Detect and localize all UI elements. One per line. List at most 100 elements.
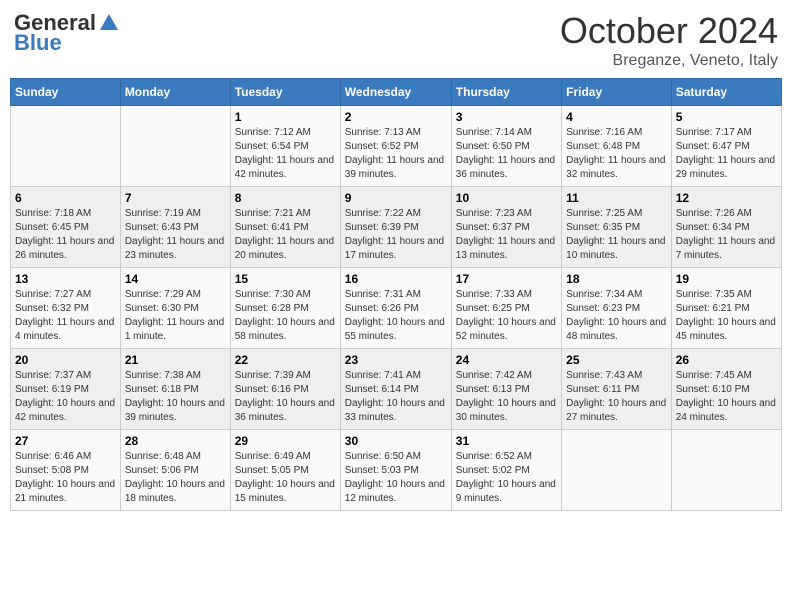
day-info: Sunrise: 6:48 AMSunset: 5:06 PMDaylight:… — [125, 450, 226, 506]
day-number: 11 — [566, 191, 667, 205]
day-info: Sunrise: 7:12 AMSunset: 6:54 PMDaylight:… — [235, 126, 336, 182]
day-info: Sunrise: 7:16 AMSunset: 6:48 PMDaylight:… — [566, 126, 667, 182]
calendar-cell: 12 Sunrise: 7:26 AMSunset: 6:34 PMDayligh… — [671, 187, 781, 268]
calendar-cell: 6 Sunrise: 7:18 AMSunset: 6:45 PMDaylight… — [11, 187, 121, 268]
calendar-cell: 7 Sunrise: 7:19 AMSunset: 6:43 PMDaylight… — [120, 187, 230, 268]
day-number: 30 — [345, 434, 447, 448]
calendar-cell: 25 Sunrise: 7:43 AMSunset: 6:11 PMDayligh… — [562, 349, 672, 430]
day-info: Sunrise: 7:17 AMSunset: 6:47 PMDaylight:… — [676, 126, 777, 182]
day-number: 26 — [676, 353, 777, 367]
day-info: Sunrise: 7:38 AMSunset: 6:18 PMDaylight:… — [125, 369, 226, 425]
day-header-thursday: Thursday — [451, 79, 561, 106]
day-info: Sunrise: 7:14 AMSunset: 6:50 PMDaylight:… — [456, 126, 557, 182]
calendar-cell: 18 Sunrise: 7:34 AMSunset: 6:23 PMDayligh… — [562, 268, 672, 349]
calendar-cell: 28 Sunrise: 6:48 AMSunset: 5:06 PMDayligh… — [120, 430, 230, 511]
day-info: Sunrise: 7:21 AMSunset: 6:41 PMDaylight:… — [235, 207, 336, 263]
day-number: 3 — [456, 110, 557, 124]
calendar-cell: 5 Sunrise: 7:17 AMSunset: 6:47 PMDaylight… — [671, 106, 781, 187]
calendar-cell — [671, 430, 781, 511]
day-info: Sunrise: 7:23 AMSunset: 6:37 PMDaylight:… — [456, 207, 557, 263]
day-number: 28 — [125, 434, 226, 448]
day-number: 24 — [456, 353, 557, 367]
day-info: Sunrise: 7:45 AMSunset: 6:10 PMDaylight:… — [676, 369, 777, 425]
calendar-cell: 17 Sunrise: 7:33 AMSunset: 6:25 PMDayligh… — [451, 268, 561, 349]
day-header-sunday: Sunday — [11, 79, 121, 106]
day-number: 15 — [235, 272, 336, 286]
calendar-cell: 23 Sunrise: 7:41 AMSunset: 6:14 PMDayligh… — [340, 349, 451, 430]
calendar-cell: 19 Sunrise: 7:35 AMSunset: 6:21 PMDayligh… — [671, 268, 781, 349]
day-header-saturday: Saturday — [671, 79, 781, 106]
day-info: Sunrise: 7:25 AMSunset: 6:35 PMDaylight:… — [566, 207, 667, 263]
calendar-week-row: 20 Sunrise: 7:37 AMSunset: 6:19 PMDayligh… — [11, 349, 782, 430]
calendar-cell: 27Sunrise: 6:46 AMSunset: 5:08 PMDayligh… — [11, 430, 121, 511]
day-info: Sunrise: 6:50 AMSunset: 5:03 PMDaylight:… — [345, 450, 447, 506]
title-block: October 2024 Breganze, Veneto, Italy — [560, 10, 778, 70]
day-number: 1 — [235, 110, 336, 124]
month-title: October 2024 — [560, 10, 778, 52]
day-header-tuesday: Tuesday — [230, 79, 340, 106]
day-number: 13 — [15, 272, 116, 286]
day-info: Sunrise: 7:22 AMSunset: 6:39 PMDaylight:… — [345, 207, 447, 263]
day-info: Sunrise: 7:39 AMSunset: 6:16 PMDaylight:… — [235, 369, 336, 425]
day-number: 20 — [15, 353, 116, 367]
calendar-cell: 3 Sunrise: 7:14 AMSunset: 6:50 PMDaylight… — [451, 106, 561, 187]
day-number: 25 — [566, 353, 667, 367]
calendar-week-row: 1 Sunrise: 7:12 AMSunset: 6:54 PMDaylight… — [11, 106, 782, 187]
calendar-cell: 20 Sunrise: 7:37 AMSunset: 6:19 PMDayligh… — [11, 349, 121, 430]
day-number: 16 — [345, 272, 447, 286]
logo: General Blue — [14, 10, 120, 56]
day-number: 23 — [345, 353, 447, 367]
calendar-cell: 31 Sunrise: 6:52 AMSunset: 5:02 PMDayligh… — [451, 430, 561, 511]
calendar-cell: 21 Sunrise: 7:38 AMSunset: 6:18 PMDayligh… — [120, 349, 230, 430]
day-number: 21 — [125, 353, 226, 367]
calendar-week-row: 6 Sunrise: 7:18 AMSunset: 6:45 PMDaylight… — [11, 187, 782, 268]
day-info: Sunrise: 7:29 AMSunset: 6:30 PMDaylight:… — [125, 288, 226, 344]
day-number: 5 — [676, 110, 777, 124]
calendar-cell: 22 Sunrise: 7:39 AMSunset: 6:16 PMDayligh… — [230, 349, 340, 430]
day-number: 2 — [345, 110, 447, 124]
day-number: 29 — [235, 434, 336, 448]
calendar-cell: 8 Sunrise: 7:21 AMSunset: 6:41 PMDaylight… — [230, 187, 340, 268]
day-header-friday: Friday — [562, 79, 672, 106]
day-number: 12 — [676, 191, 777, 205]
day-info: Sunrise: 7:13 AMSunset: 6:52 PMDaylight:… — [345, 126, 447, 182]
day-number: 4 — [566, 110, 667, 124]
calendar-cell: 11 Sunrise: 7:25 AMSunset: 6:35 PMDayligh… — [562, 187, 672, 268]
day-number: 7 — [125, 191, 226, 205]
day-number: 14 — [125, 272, 226, 286]
logo-blue-text: Blue — [14, 30, 62, 56]
day-info: Sunrise: 7:27 AMSunset: 6:32 PMDaylight:… — [15, 288, 116, 344]
day-info: Sunrise: 6:49 AMSunset: 5:05 PMDaylight:… — [235, 450, 336, 506]
day-info: Sunrise: 7:42 AMSunset: 6:13 PMDaylight:… — [456, 369, 557, 425]
day-info: Sunrise: 7:34 AMSunset: 6:23 PMDaylight:… — [566, 288, 667, 344]
day-number: 22 — [235, 353, 336, 367]
calendar-cell — [120, 106, 230, 187]
day-info: Sunrise: 7:43 AMSunset: 6:11 PMDaylight:… — [566, 369, 667, 425]
day-info: Sunrise: 7:41 AMSunset: 6:14 PMDaylight:… — [345, 369, 447, 425]
day-info: Sunrise: 7:18 AMSunset: 6:45 PMDaylight:… — [15, 207, 116, 263]
day-number: 10 — [456, 191, 557, 205]
day-number: 19 — [676, 272, 777, 286]
day-number: 31 — [456, 434, 557, 448]
day-info: Sunrise: 7:19 AMSunset: 6:43 PMDaylight:… — [125, 207, 226, 263]
calendar-cell: 15 Sunrise: 7:30 AMSunset: 6:28 PMDayligh… — [230, 268, 340, 349]
location-subtitle: Breganze, Veneto, Italy — [560, 52, 778, 70]
calendar-week-row: 27Sunrise: 6:46 AMSunset: 5:08 PMDayligh… — [11, 430, 782, 511]
calendar-cell: 14 Sunrise: 7:29 AMSunset: 6:30 PMDayligh… — [120, 268, 230, 349]
day-number: 8 — [235, 191, 336, 205]
day-info: Sunrise: 6:52 AMSunset: 5:02 PMDaylight:… — [456, 450, 557, 506]
day-info: Sunrise: 6:46 AMSunset: 5:08 PMDaylight:… — [15, 450, 116, 506]
day-info: Sunrise: 7:33 AMSunset: 6:25 PMDaylight:… — [456, 288, 557, 344]
day-number: 17 — [456, 272, 557, 286]
calendar-week-row: 13 Sunrise: 7:27 AMSunset: 6:32 PMDayligh… — [11, 268, 782, 349]
day-number: 6 — [15, 191, 116, 205]
day-info: Sunrise: 7:37 AMSunset: 6:19 PMDaylight:… — [15, 369, 116, 425]
page-header: General Blue October 2024 Breganze, Vene… — [10, 10, 782, 70]
calendar-cell: 2 Sunrise: 7:13 AMSunset: 6:52 PMDaylight… — [340, 106, 451, 187]
day-info: Sunrise: 7:30 AMSunset: 6:28 PMDaylight:… — [235, 288, 336, 344]
calendar-cell: 9 Sunrise: 7:22 AMSunset: 6:39 PMDaylight… — [340, 187, 451, 268]
day-info: Sunrise: 7:35 AMSunset: 6:21 PMDaylight:… — [676, 288, 777, 344]
day-info: Sunrise: 7:26 AMSunset: 6:34 PMDaylight:… — [676, 207, 777, 263]
day-number: 18 — [566, 272, 667, 286]
day-number: 9 — [345, 191, 447, 205]
